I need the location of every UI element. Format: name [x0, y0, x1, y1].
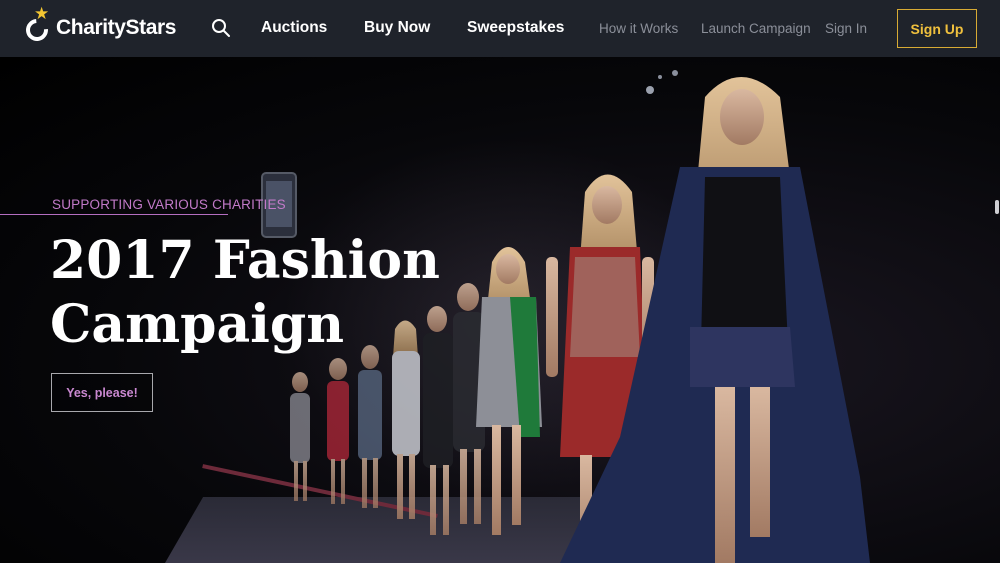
hero-title-line-2: Campaign	[50, 294, 345, 355]
nav-sweepstakes[interactable]: Sweepstakes	[467, 19, 564, 37]
nav-auctions[interactable]: Auctions	[261, 19, 327, 37]
sign-up-button[interactable]: Sign Up	[897, 9, 977, 48]
search-icon[interactable]	[211, 18, 231, 38]
hero-eyebrow: SUPPORTING VARIOUS CHARITIES	[52, 197, 286, 212]
carousel-edge-marker	[995, 200, 999, 214]
yes-please-button[interactable]: Yes, please!	[51, 373, 153, 412]
nav-buy-now[interactable]: Buy Now	[364, 19, 430, 37]
logo-mark-icon: ★	[21, 4, 53, 46]
top-nav: ★ CharityStars Auctions Buy Now Sweepsta…	[0, 0, 1000, 57]
hero-title-line-1: 2017 Fashion	[50, 230, 440, 291]
nav-launch-campaign[interactable]: Launch Campaign	[701, 21, 811, 36]
hero-banner: SUPPORTING VARIOUS CHARITIES 2017 Fashio…	[0, 57, 1000, 563]
nav-sign-in[interactable]: Sign In	[825, 21, 867, 36]
eyebrow-underline	[0, 214, 228, 215]
nav-how-it-works[interactable]: How it Works	[599, 21, 678, 36]
charitystars-logo[interactable]: ★ CharityStars	[21, 4, 177, 48]
brand-name: CharityStars	[56, 16, 177, 39]
hero-title: 2017 Fashion Campaign	[50, 229, 470, 357]
